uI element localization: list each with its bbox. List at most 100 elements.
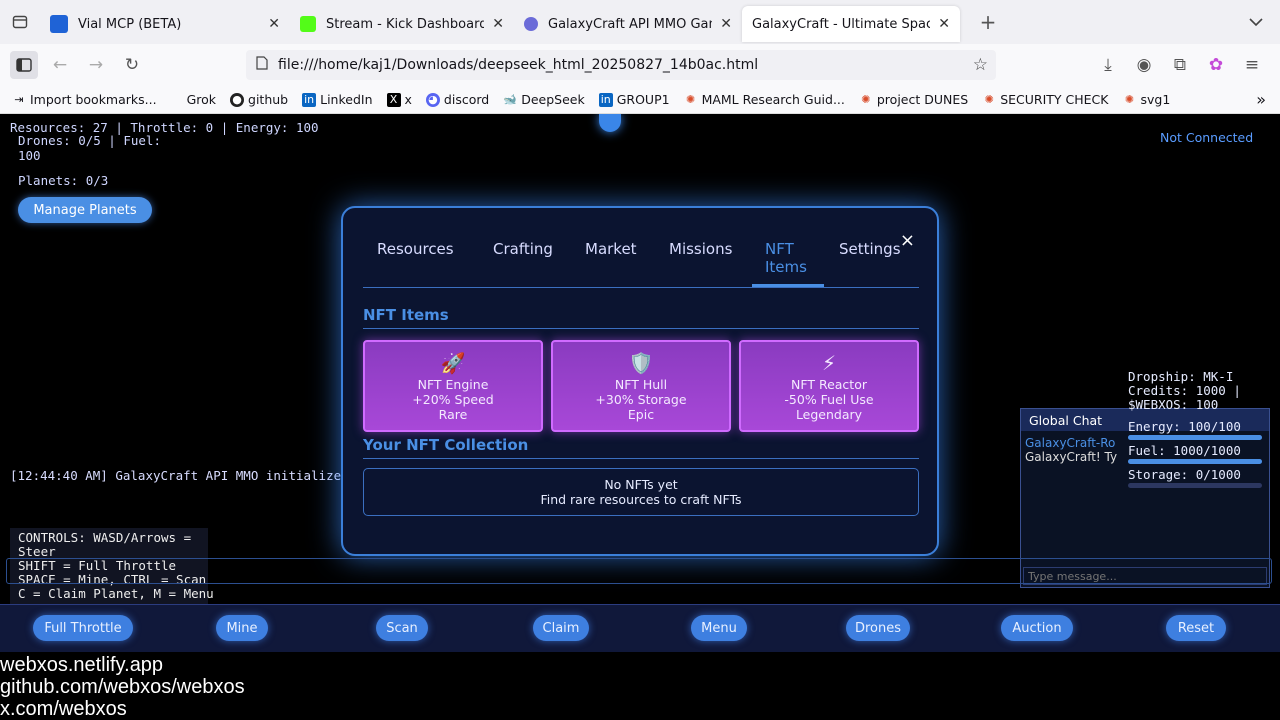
controls-line: CONTROLS: WASD/Arrows = bbox=[18, 530, 192, 545]
empty-hint: Find rare resources to craft NFTs bbox=[540, 492, 742, 507]
forward-arrow-icon[interactable]: → bbox=[82, 51, 110, 79]
nft-card-engine[interactable]: 🚀 NFT Engine +20% Speed Rare bbox=[363, 340, 543, 432]
bookmark-svg1[interactable]: ✺ svg1 bbox=[1122, 92, 1170, 107]
claim-button[interactable]: Claim bbox=[533, 615, 589, 641]
drones-button[interactable]: Drones bbox=[846, 615, 910, 641]
nft-card-hull[interactable]: 🛡️ NFT Hull +30% Storage Epic bbox=[551, 340, 731, 432]
nft-card-reactor[interactable]: ⚡ NFT Reactor -50% Fuel Use Legendary bbox=[739, 340, 919, 432]
menu-button[interactable]: Menu bbox=[691, 615, 747, 641]
bookmark-x[interactable]: Xx bbox=[386, 92, 412, 107]
close-tab-icon[interactable]: ✕ bbox=[720, 16, 732, 32]
watermark-line: x.com/webxos bbox=[0, 698, 127, 720]
galaxy-favicon-icon bbox=[524, 17, 538, 31]
rocket-icon: 🚀 bbox=[440, 350, 466, 375]
reload-icon[interactable]: ↻ bbox=[118, 51, 146, 79]
ship-fuel: Fuel: 1000/1000 bbox=[1128, 443, 1241, 458]
spark-icon: ✺ bbox=[685, 93, 696, 106]
linkedin-icon: in bbox=[302, 92, 317, 107]
close-tab-icon[interactable]: ✕ bbox=[938, 16, 950, 32]
tab-missions[interactable]: Missions bbox=[669, 240, 732, 258]
bookmark-group1[interactable]: in GROUP1 bbox=[598, 92, 670, 107]
watermark: webxos.netlify.app github.com/webxos/web… bbox=[0, 654, 245, 720]
url-bar[interactable]: file:///home/kaj1/Downloads/deepseek_htm… bbox=[246, 50, 996, 80]
tab-galaxycraft-api[interactable]: GalaxyCraft API MMO Game ✕ bbox=[514, 6, 742, 42]
energy-bar bbox=[1128, 435, 1262, 440]
x-icon: X bbox=[386, 92, 401, 107]
nft-rarity: Legendary bbox=[795, 406, 863, 422]
tab-galaxycraft-ultimate[interactable]: GalaxyCraft - Ultimate Space M ✕ bbox=[742, 6, 960, 42]
game-viewport[interactable]: Resources: 27 | Throttle: 0 | Energy: 10… bbox=[0, 114, 1280, 720]
github-icon: ● bbox=[230, 92, 245, 107]
bookmark-star-icon[interactable]: ☆ bbox=[973, 55, 988, 75]
spark-icon: ✺ bbox=[1124, 93, 1135, 106]
nft-name: NFT Engine bbox=[417, 376, 489, 392]
watermark-line: webxos.netlify.app bbox=[0, 654, 164, 676]
close-icon[interactable]: × bbox=[900, 230, 915, 251]
bookmark-grok[interactable]: Grok bbox=[187, 92, 216, 107]
tab-label: GalaxyCraft - Ultimate Space M bbox=[752, 16, 931, 32]
bookmark-discord[interactable]: ◕ discord bbox=[425, 92, 489, 107]
log-line: [12:44:40 AM] GalaxyCraft API MMO initia… bbox=[10, 468, 394, 483]
tab-label: GalaxyCraft API MMO Game bbox=[548, 16, 713, 32]
linkedin-icon: in bbox=[598, 92, 613, 107]
bookmark-security[interactable]: ✺ SECURITY CHECK bbox=[982, 92, 1109, 107]
ship-energy: Energy: 100/100 bbox=[1128, 419, 1241, 434]
bookmark-github[interactable]: ● github bbox=[230, 92, 288, 107]
tab-overview-icon[interactable] bbox=[6, 8, 34, 36]
shield-icon: 🛡️ bbox=[628, 350, 654, 375]
close-tab-icon[interactable]: ✕ bbox=[268, 16, 280, 32]
ship-indicator bbox=[599, 114, 621, 132]
manage-planets-button[interactable]: Manage Planets bbox=[18, 197, 152, 223]
full-throttle-button[interactable]: Full Throttle bbox=[33, 615, 133, 641]
tab-label: Stream - Kick Dashboard bbox=[326, 16, 485, 32]
action-bar: Full Throttle Mine Scan Claim Menu Drone… bbox=[0, 604, 1280, 652]
reset-button[interactable]: Reset bbox=[1166, 615, 1226, 641]
tab-settings[interactable]: Settings bbox=[839, 240, 901, 258]
mine-button[interactable]: Mine bbox=[216, 615, 268, 641]
nft-effect: +30% Storage bbox=[595, 391, 687, 407]
spark-icon: ✺ bbox=[861, 93, 871, 106]
collection-divider bbox=[363, 458, 919, 459]
discord-icon: ◕ bbox=[425, 92, 440, 107]
bookmark-dunes[interactable]: ✺ project DUNES bbox=[859, 92, 968, 107]
bookmark-import[interactable]: ⇥ Import bookmarks... bbox=[12, 92, 156, 107]
bookmarks-bar: ⇥ Import bookmarks... Grok ● github in Link… bbox=[0, 86, 1280, 114]
url-text: file:///home/kaj1/Downloads/deepseek_htm… bbox=[278, 57, 759, 73]
planets-readout: Planets: 0/3 bbox=[18, 173, 109, 188]
list-tabs-icon[interactable] bbox=[1242, 8, 1270, 36]
deepseek-icon: 🐋 bbox=[503, 93, 518, 106]
bookmark-linkedin[interactable]: in LinkedIn bbox=[302, 92, 373, 107]
tab-nft-items[interactable]: NFT Items bbox=[765, 240, 807, 276]
tab-resources[interactable]: Resources bbox=[377, 240, 454, 258]
tab-divider bbox=[363, 287, 919, 288]
vial-favicon-icon bbox=[50, 15, 68, 33]
tab-market[interactable]: Market bbox=[585, 240, 637, 258]
controls-line: Steer bbox=[18, 544, 56, 559]
menu-icon[interactable]: ≡ bbox=[1238, 51, 1266, 79]
spark-icon: ✺ bbox=[984, 93, 994, 106]
bookmark-maml[interactable]: ✺ MAML Research Guid... bbox=[684, 92, 845, 107]
more-bookmarks-icon[interactable]: » bbox=[1256, 90, 1266, 109]
auction-button[interactable]: Auction bbox=[1001, 615, 1073, 641]
tab-kick-dashboard[interactable]: Stream - Kick Dashboard ✕ bbox=[290, 6, 514, 42]
chat-message: GalaxyCraft! Ty bbox=[1025, 450, 1118, 464]
scan-button[interactable]: Scan bbox=[376, 615, 428, 641]
section-title: NFT Items bbox=[363, 306, 449, 324]
account-icon[interactable]: ◉ bbox=[1130, 51, 1158, 79]
tab-vial-mcp[interactable]: Vial MCP (BETA) ✕ bbox=[40, 6, 290, 46]
import-icon: ⇥ bbox=[14, 93, 24, 106]
new-tab-icon[interactable]: + bbox=[974, 8, 1002, 36]
back-arrow-icon[interactable]: ← bbox=[46, 51, 74, 79]
game-menu-modal: × Resources Crafting Market Missions NFT… bbox=[341, 206, 939, 556]
ship-webxos: $WEBXOS: 100 bbox=[1128, 397, 1219, 412]
connection-status: Not Connected bbox=[1160, 130, 1254, 145]
bookmark-deepseek[interactable]: 🐋 DeepSeek bbox=[503, 92, 584, 107]
extensions-icon[interactable]: ⧉ bbox=[1166, 51, 1194, 79]
sidebar-toggle-icon[interactable] bbox=[10, 51, 38, 79]
downloads-icon[interactable]: ⤓ bbox=[1094, 51, 1122, 79]
storage-bar bbox=[1128, 483, 1262, 488]
copilot-icon[interactable]: ✿ bbox=[1202, 51, 1230, 79]
fuel-readout: 100 bbox=[18, 148, 41, 163]
tab-crafting[interactable]: Crafting bbox=[493, 240, 553, 258]
close-tab-icon[interactable]: ✕ bbox=[492, 16, 504, 32]
